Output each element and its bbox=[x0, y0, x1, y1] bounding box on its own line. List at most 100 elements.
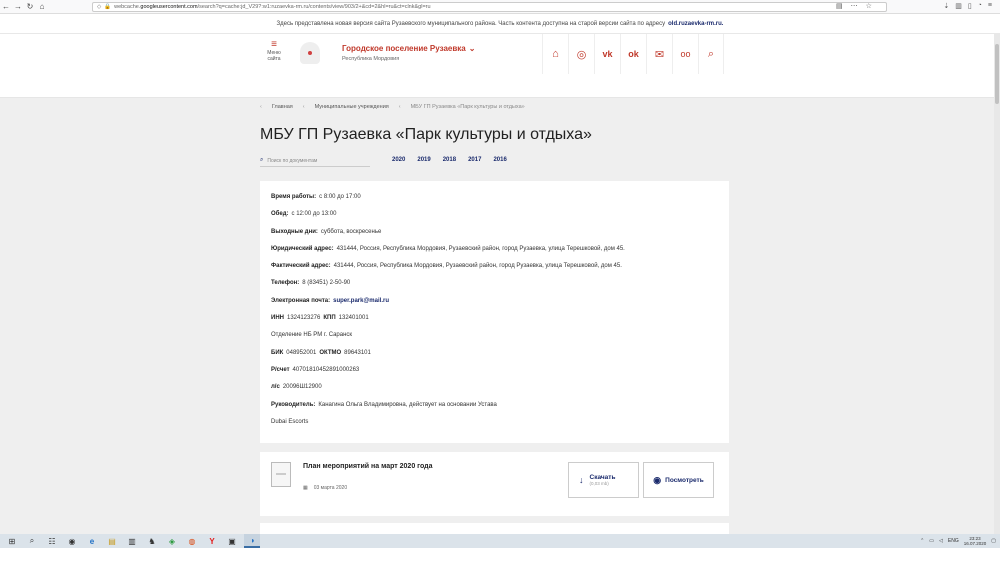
document-date: ▦ 03 марта 2020 bbox=[303, 485, 348, 491]
app-icon[interactable]: ▥ bbox=[124, 534, 140, 548]
instagram-icon[interactable]: ◎ bbox=[568, 34, 594, 74]
notice-text: Здесь представлена новая версия сайта Ру… bbox=[276, 20, 666, 27]
scrollbar-thumb[interactable] bbox=[995, 44, 999, 104]
app-icon[interactable]: ◉ bbox=[64, 534, 80, 548]
menu-label: Меню сайта bbox=[267, 50, 281, 62]
explorer-icon[interactable]: ▤ bbox=[104, 534, 120, 548]
address-bar[interactable]: ◇ 🔒 webcache.googleusercontent.com/searc… bbox=[92, 2, 887, 12]
page-title: МБУ ГП Рузаевка «Парк культуры и отдыха» bbox=[260, 126, 592, 143]
document-thumbnail[interactable] bbox=[271, 462, 291, 487]
download-size: (0,03 mb) bbox=[589, 481, 609, 486]
calendar-icon: ▦ bbox=[303, 485, 308, 491]
year-2020[interactable]: 2020 bbox=[392, 157, 405, 163]
menu-button[interactable]: ≡ Меню сайта bbox=[262, 39, 286, 63]
site-title[interactable]: Городское поселение Рузаевка ⌄ bbox=[342, 44, 475, 53]
edge-icon[interactable]: e bbox=[84, 534, 100, 548]
app-icon[interactable]: ▣ bbox=[224, 534, 240, 548]
vk-icon[interactable]: vk bbox=[594, 34, 620, 74]
start-icon[interactable]: ⊞ bbox=[4, 534, 20, 548]
sidebar-icon[interactable]: ▯ bbox=[968, 2, 972, 10]
info-legal-address: Юридический адрес: 431444, Россия, Респуб… bbox=[271, 245, 625, 252]
breadcrumb: ‹ Главная ‹ Муниципальные учреждения ‹ М… bbox=[260, 104, 525, 110]
browser-toolbar: ← → ↻ ⌂ ◇ 🔒 webcache.googleusercontent.c… bbox=[0, 0, 1000, 14]
clock[interactable]: 23:23 16.07.2020 bbox=[964, 536, 987, 546]
bottom-strip bbox=[0, 548, 1000, 563]
shield-icon: ◇ bbox=[97, 4, 102, 10]
download-button[interactable]: ↓ Скачать (0,03 mb) bbox=[568, 462, 639, 498]
menu-icon[interactable]: ≡ bbox=[988, 2, 992, 10]
network-icon[interactable]: ▭ bbox=[929, 538, 934, 544]
chevron-left-icon: ‹ bbox=[260, 104, 262, 110]
organization-info: Время работы: с 8:00 до 17:00 Обед: с 12:0… bbox=[260, 181, 729, 443]
info-hours: Время работы: с 8:00 до 17:00 bbox=[271, 194, 361, 200]
glasses-icon[interactable]: oo bbox=[672, 34, 698, 74]
info-actual-address: Фактический адрес: 431444, Россия, Респуб… bbox=[271, 263, 622, 270]
system-tray: ⌃ ▭ ◁ ENG 23:23 16.07.2020 ▢ bbox=[920, 534, 996, 548]
download-icon[interactable]: ⇣ bbox=[943, 2, 949, 10]
back-icon[interactable]: ← bbox=[0, 1, 12, 13]
site-header: ≡ Меню сайта Городское поселение Рузаевк… bbox=[0, 34, 1000, 98]
windows-taskbar: ⊞ ⌕ ☷ ◉ e ▤ ▥ ♞ ◈ ◍ Y ▣ ◑ ⌃ ▭ ◁ ENG 23:2… bbox=[0, 534, 1000, 548]
info-personal-account: л/с 20096Ш12900 bbox=[271, 384, 322, 391]
document-title[interactable]: План мероприятий на март 2020 года bbox=[303, 463, 433, 470]
notice-bar: Здесь представлена новая версия сайта Ру… bbox=[0, 14, 1000, 34]
search-icon[interactable]: ⌕ bbox=[698, 34, 724, 74]
mail-icon[interactable]: ✉ bbox=[646, 34, 672, 74]
coat-of-arms-logo[interactable] bbox=[300, 42, 320, 64]
lock-icon: 🔒 bbox=[104, 4, 112, 10]
document-search-input[interactable]: ⌕ Поиск по документам bbox=[260, 155, 370, 167]
hamburger-icon: ≡ bbox=[271, 39, 277, 50]
volume-icon[interactable]: ◁ bbox=[939, 538, 943, 544]
search-icon[interactable]: ⌕ bbox=[24, 534, 40, 548]
breadcrumb-home[interactable]: Главная bbox=[272, 104, 293, 110]
odnoklassniki-icon[interactable]: ok bbox=[620, 34, 646, 74]
notifications-icon[interactable]: ▢ bbox=[991, 538, 996, 544]
year-2018[interactable]: 2018 bbox=[443, 157, 456, 163]
reader-icon[interactable]: ▤ bbox=[836, 2, 843, 10]
document-card: План мероприятий на март 2020 года ▦ 03 … bbox=[260, 452, 729, 516]
forward-icon[interactable]: → bbox=[12, 1, 24, 13]
chevron-left-icon: ‹ bbox=[398, 104, 401, 110]
info-phone: Телефон: 8 (83451) 2-50-90 bbox=[271, 280, 351, 287]
browser-icon[interactable]: ◑ bbox=[244, 534, 260, 548]
social-links: ⌂ ◎ vk ok ✉ oo ⌕ bbox=[542, 34, 724, 74]
chevron-up-icon[interactable]: ⌃ bbox=[920, 538, 924, 544]
library-icon[interactable]: ▥ bbox=[955, 2, 962, 10]
app-icon[interactable]: ◈ bbox=[164, 534, 180, 548]
info-bank: Отделение НБ РМ г. Саранск bbox=[271, 332, 353, 339]
task-view-icon[interactable]: ☷ bbox=[44, 534, 60, 548]
home-icon[interactable]: ⌂ bbox=[36, 1, 48, 13]
info-director: Руководитель: Канагина Ольга Владимировна… bbox=[271, 401, 497, 408]
info-weekend: Выходные дни: суббота, воскресенье bbox=[271, 228, 382, 235]
year-2016[interactable]: 2016 bbox=[493, 157, 506, 163]
breadcrumb-section[interactable]: Муниципальные учреждения bbox=[315, 104, 389, 110]
chevron-left-icon: ‹ bbox=[302, 104, 305, 110]
info-email: Электронная почта: super.park@mail.ru bbox=[271, 295, 718, 312]
url-text: webcache.googleusercontent.com/search?q=… bbox=[114, 4, 431, 10]
year-filter: 2020 2019 2018 2017 2016 bbox=[392, 157, 507, 163]
home-icon[interactable]: ⌂ bbox=[542, 34, 568, 74]
search-placeholder: Поиск по документам bbox=[267, 157, 318, 164]
info-extra: Dubai Escorts bbox=[271, 418, 309, 425]
page-scrollbar[interactable] bbox=[994, 34, 1000, 534]
eye-icon: ◉ bbox=[653, 474, 662, 485]
arrow-down-icon: ↓ bbox=[579, 475, 584, 485]
yandex-icon[interactable]: Y bbox=[204, 534, 220, 548]
year-2017[interactable]: 2017 bbox=[468, 157, 481, 163]
view-label: Посмотреть bbox=[665, 476, 704, 484]
info-inn: ИНН 1324123276 КПП 132401001 bbox=[271, 315, 369, 322]
chevron-down-icon: ⌄ bbox=[468, 44, 476, 53]
notice-link[interactable]: old.ruzaevka-rm.ru. bbox=[668, 21, 723, 27]
info-bik: БИК 048952001 ОКТМО 89643101 bbox=[271, 349, 371, 356]
more-icon[interactable]: ⋯ bbox=[851, 2, 858, 10]
bookmark-star-icon[interactable]: ☆ bbox=[866, 2, 872, 10]
view-button[interactable]: ◉ Посмотреть bbox=[643, 462, 714, 498]
reload-icon[interactable]: ↻ bbox=[24, 1, 36, 13]
account-icon[interactable]: ◔ bbox=[978, 2, 982, 10]
email-link[interactable]: super.park@mail.ru bbox=[333, 295, 389, 312]
language-indicator[interactable]: ENG bbox=[948, 538, 959, 544]
download-label: Скачать bbox=[589, 474, 616, 481]
app-icon[interactable]: ♞ bbox=[144, 534, 160, 548]
app-icon[interactable]: ◍ bbox=[184, 534, 200, 548]
year-2019[interactable]: 2019 bbox=[417, 157, 430, 163]
